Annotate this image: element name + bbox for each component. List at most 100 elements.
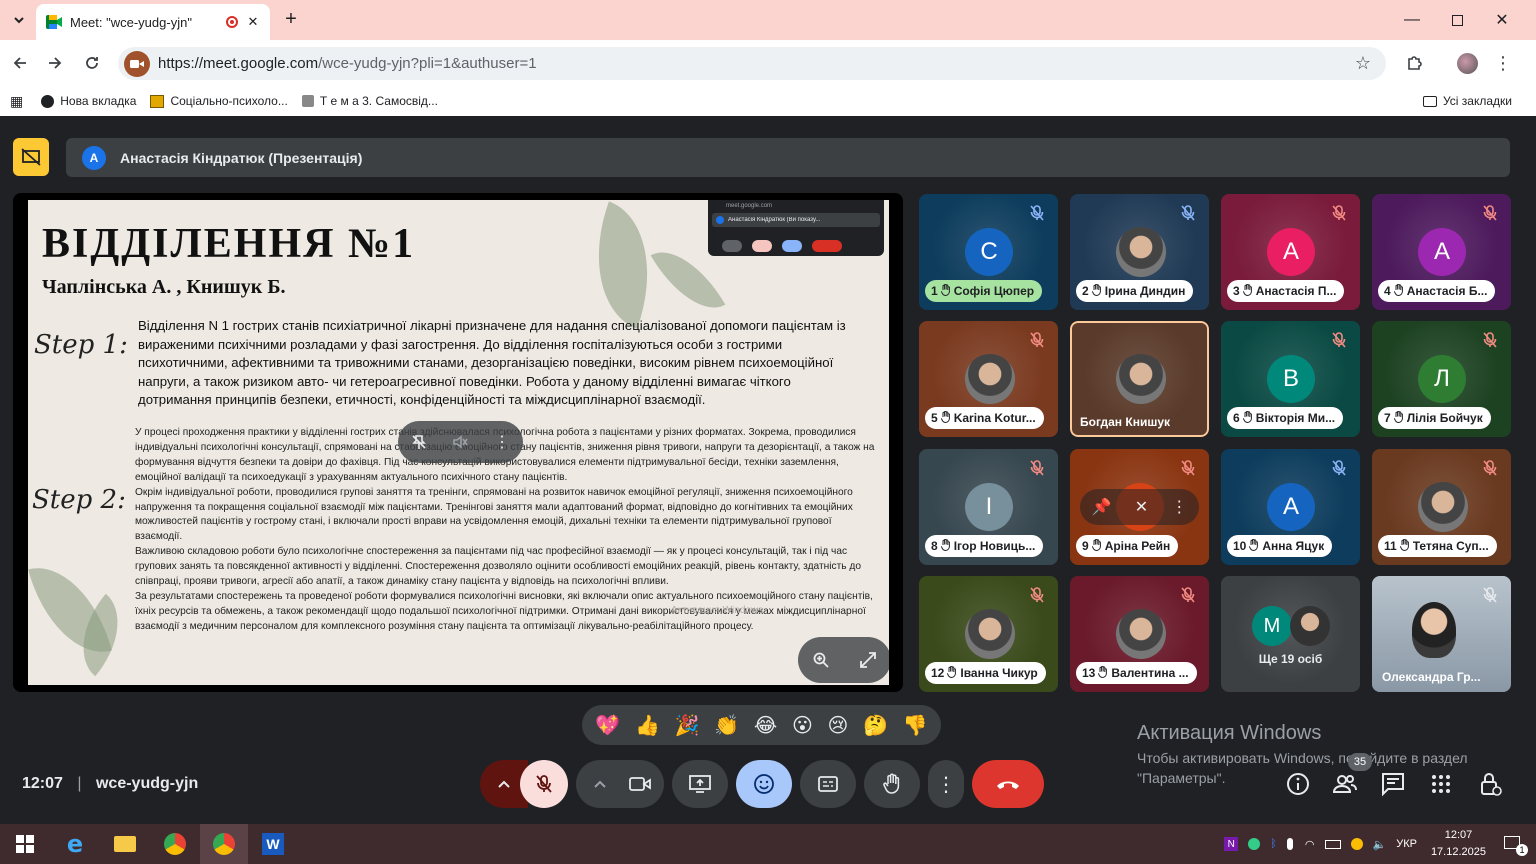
microphone-button[interactable] xyxy=(520,760,568,808)
presentation-hover-controls[interactable]: ⋮ xyxy=(398,421,523,463)
reaction-heart[interactable]: 💖 xyxy=(595,713,620,738)
zoom-in-icon[interactable] xyxy=(812,651,830,669)
volume-off-icon[interactable] xyxy=(452,434,469,450)
edge-taskbar-button[interactable]: e xyxy=(60,829,90,859)
camera-button[interactable] xyxy=(616,760,664,808)
forward-button[interactable] xyxy=(40,48,70,78)
pin-icon[interactable]: 📌 xyxy=(1092,497,1112,517)
participant-tile[interactable]: Л 7 Лілія Бойчук xyxy=(1372,321,1511,437)
participant-tile[interactable]: 5 Karina Kotur... xyxy=(919,321,1058,437)
battery-icon[interactable] xyxy=(1324,839,1341,849)
microphone-tray-icon[interactable] xyxy=(1286,838,1293,850)
reaction-sad[interactable]: 😢 xyxy=(828,713,849,738)
tab-close-icon[interactable]: ✕ xyxy=(246,14,260,30)
hand-order: 9 xyxy=(1082,539,1089,553)
participant-name: Анастасія П... xyxy=(1255,284,1337,298)
participant-name-chip: 5 Karina Kotur... xyxy=(925,407,1044,429)
maximize-button[interactable] xyxy=(1434,0,1480,40)
bookmark-item[interactable]: Соціально-психоло... xyxy=(150,94,288,108)
clock[interactable]: 12:07 17.12.2025 xyxy=(1431,827,1486,861)
new-tab-button[interactable]: + xyxy=(280,8,302,30)
bookmark-star-button[interactable]: ☆ xyxy=(1348,48,1378,78)
meeting-details-icon[interactable] xyxy=(1285,771,1311,797)
profile-avatar[interactable] xyxy=(1457,53,1478,74)
address-bar[interactable]: https://meet.google.com/wce-yudg-yjn?pli… xyxy=(118,47,1386,80)
volume-icon[interactable]: 🔈 xyxy=(1373,838,1387,851)
participant-tile[interactable]: A 4 Анастасія Б... xyxy=(1372,194,1511,310)
start-button[interactable] xyxy=(10,829,40,859)
language-indicator[interactable]: УКР xyxy=(1396,838,1417,850)
raised-hand-icon xyxy=(940,283,951,299)
participant-photo xyxy=(1116,227,1166,277)
present-to-all-icon xyxy=(689,775,711,793)
participant-name-chip: 12 Іванна Чикур xyxy=(925,662,1046,684)
bluetooth-icon[interactable]: ᛒ xyxy=(1270,838,1277,850)
pin-off-icon[interactable] xyxy=(411,434,427,450)
reactions-button[interactable] xyxy=(736,760,792,808)
mic-off-icon xyxy=(1028,331,1046,349)
browser-tab-meet[interactable]: Meet: "wce-yudg-yjn" ✕ xyxy=(36,4,270,40)
mic-off-icon xyxy=(1330,459,1348,477)
activities-grid-icon[interactable] xyxy=(1428,771,1454,797)
reaction-thumbs-up[interactable]: 👍 xyxy=(635,713,660,738)
apps-grid-icon[interactable]: ▦ xyxy=(10,93,23,110)
chrome-tray-icon[interactable] xyxy=(1350,838,1363,850)
participant-tile[interactable]: С 1 Софія Цюпер xyxy=(919,194,1058,310)
participant-tile[interactable]: A 3 Анастасія П... xyxy=(1221,194,1360,310)
more-vert-icon[interactable]: ⋮ xyxy=(494,432,510,452)
raise-hand-button[interactable] xyxy=(864,760,920,808)
reaction-clap[interactable]: 👏 xyxy=(714,713,739,738)
notifications-button[interactable]: 1 xyxy=(1502,834,1528,856)
reaction-thinking[interactable]: 🤔 xyxy=(863,713,888,738)
host-controls-icon[interactable] xyxy=(1477,771,1503,797)
tray-app-icon[interactable] xyxy=(1248,838,1261,850)
bookmark-item[interactable]: Нова вкладка xyxy=(41,94,136,108)
camera-site-icon[interactable] xyxy=(124,50,150,77)
raised-hand-icon xyxy=(1393,283,1404,299)
more-vert-icon[interactable]: ⋮ xyxy=(1171,497,1187,517)
reaction-party[interactable]: 🎉 xyxy=(675,713,700,738)
slide-title: ВІДДІЛЕННЯ №1 xyxy=(42,221,416,267)
participant-tile[interactable]: 📌 ✕ ⋮ 9 Аріна Рейн xyxy=(1070,449,1209,565)
present-screen-button[interactable] xyxy=(672,760,728,808)
explorer-taskbar-button[interactable] xyxy=(110,829,140,859)
captions-button[interactable] xyxy=(800,760,856,808)
participant-tile[interactable]: 13 Валентина ... xyxy=(1070,576,1209,692)
onenote-icon[interactable]: N xyxy=(1224,837,1239,851)
bookmark-item[interactable]: Т е м а 3. Самосвід... xyxy=(301,94,438,108)
mute-icon[interactable]: ✕ xyxy=(1135,497,1148,517)
chat-icon[interactable] xyxy=(1380,771,1406,797)
people-icon[interactable] xyxy=(1332,771,1358,797)
participant-tile[interactable]: Олександра Гр... xyxy=(1372,576,1511,692)
reaction-thumbs-down[interactable]: 👎 xyxy=(903,713,928,738)
browser-menu-button[interactable]: ⋮ xyxy=(1488,48,1518,78)
extensions-button[interactable] xyxy=(1399,48,1429,78)
wifi-icon[interactable]: ◠ xyxy=(1305,838,1315,851)
tile-hover-controls[interactable]: 📌 ✕ ⋮ xyxy=(1080,489,1199,525)
all-bookmarks-button[interactable]: Усі закладки xyxy=(1422,94,1512,108)
chrome-active-taskbar-button[interactable] xyxy=(200,824,248,864)
word-taskbar-button[interactable]: W xyxy=(258,829,288,859)
fullscreen-icon[interactable] xyxy=(859,651,877,669)
participant-tile[interactable]: 2 Ірина Диндин xyxy=(1070,194,1209,310)
reload-button[interactable] xyxy=(77,48,107,78)
participant-tile[interactable]: 12 Іванна Чикур xyxy=(919,576,1058,692)
participant-tile[interactable]: M Ще 19 осіб xyxy=(1221,576,1360,692)
participant-tile[interactable]: 11 Тетяна Суп... xyxy=(1372,449,1511,565)
tab-search-button[interactable] xyxy=(8,9,30,31)
mic-off-icon xyxy=(1481,204,1499,222)
participant-tile[interactable]: I 8 Ігор Новиць... xyxy=(919,449,1058,565)
zoom-controls[interactable] xyxy=(798,637,889,683)
minimize-button[interactable]: — xyxy=(1389,0,1435,40)
leave-call-button[interactable] xyxy=(972,760,1044,808)
more-options-button[interactable]: ⋮ xyxy=(928,760,964,808)
participant-tile[interactable]: Богдан Книшук xyxy=(1070,321,1209,437)
close-window-button[interactable]: ✕ xyxy=(1479,0,1525,40)
participant-tile[interactable]: A 10 Анна Яцук xyxy=(1221,449,1360,565)
reaction-surprised[interactable]: 😮 xyxy=(792,713,813,738)
reaction-laugh[interactable]: 😂 xyxy=(754,713,777,738)
back-button[interactable] xyxy=(5,48,35,78)
stop-presenting-button[interactable] xyxy=(13,138,49,176)
participant-tile[interactable]: B 6 Вікторія Ми... xyxy=(1221,321,1360,437)
chrome-taskbar-button[interactable] xyxy=(160,829,190,859)
